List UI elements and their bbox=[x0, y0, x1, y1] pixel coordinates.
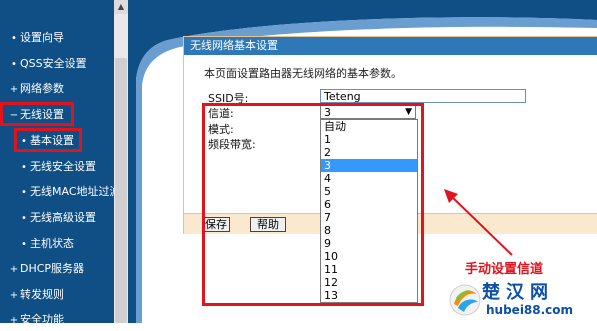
sidebar-scrollbar[interactable]: ▲ bbox=[114, 0, 128, 323]
sidebar-item-dhcp[interactable]: + DHCP服务器 bbox=[8, 258, 122, 280]
sidebar-item-label: 无线MAC地址过滤 bbox=[30, 185, 121, 198]
sidebar-item-setup-wizard[interactable]: • 设置向导 bbox=[8, 27, 122, 49]
panel-description: 本页面设置路由器无线网络的基本参数。 bbox=[204, 67, 402, 80]
sidebar-item-label: 转发规则 bbox=[20, 288, 64, 301]
ssid-input[interactable]: Teteng bbox=[320, 89, 526, 103]
sidebar-item-label: 安全功能 bbox=[20, 313, 64, 326]
sidebar-item-label: 设置向导 bbox=[20, 31, 64, 44]
sidebar-item-label: DHCP服务器 bbox=[20, 262, 85, 275]
watermark-logo: 楚汉网 hubei88.com bbox=[448, 276, 597, 323]
panel-title: 无线网络基本设置 bbox=[184, 37, 597, 55]
sidebar-item-forwarding[interactable]: + 转发规则 bbox=[8, 284, 122, 306]
logo-url: hubei88.com bbox=[486, 303, 574, 317]
sidebar-item-network[interactable]: + 网络参数 bbox=[8, 78, 122, 100]
sidebar-item-qss[interactable]: • QSS安全设置 bbox=[8, 53, 122, 75]
sidebar-item-security[interactable]: + 安全功能 bbox=[8, 309, 122, 331]
sidebar-item-label: QSS安全设置 bbox=[20, 57, 87, 70]
scroll-up-arrow-icon[interactable]: ▲ bbox=[114, 0, 128, 14]
logo-name: 楚汉网 bbox=[482, 282, 554, 303]
annotation-arrow-icon bbox=[444, 189, 513, 256]
highlight-box-channel-dropdown bbox=[202, 103, 424, 306]
logo-emblem-icon bbox=[449, 284, 481, 316]
sidebar-menu: • 设置向导 • QSS安全设置 + 网络参数 − 无线设置 • 基本设置 • 无线安全设置… bbox=[0, 0, 121, 326]
sidebar-item-label: 主机状态 bbox=[30, 237, 74, 250]
highlight-box-basic-settings bbox=[14, 128, 82, 152]
sidebar-item-label: 网络参数 bbox=[20, 82, 64, 95]
sidebar-item-label: 无线高级设置 bbox=[30, 211, 96, 224]
highlight-box-wireless-settings bbox=[0, 102, 74, 126]
scroll-thumb[interactable] bbox=[115, 58, 127, 323]
sidebar-item-label: 无线安全设置 bbox=[30, 160, 96, 173]
annotation-text: 手动设置信道 bbox=[465, 262, 544, 277]
